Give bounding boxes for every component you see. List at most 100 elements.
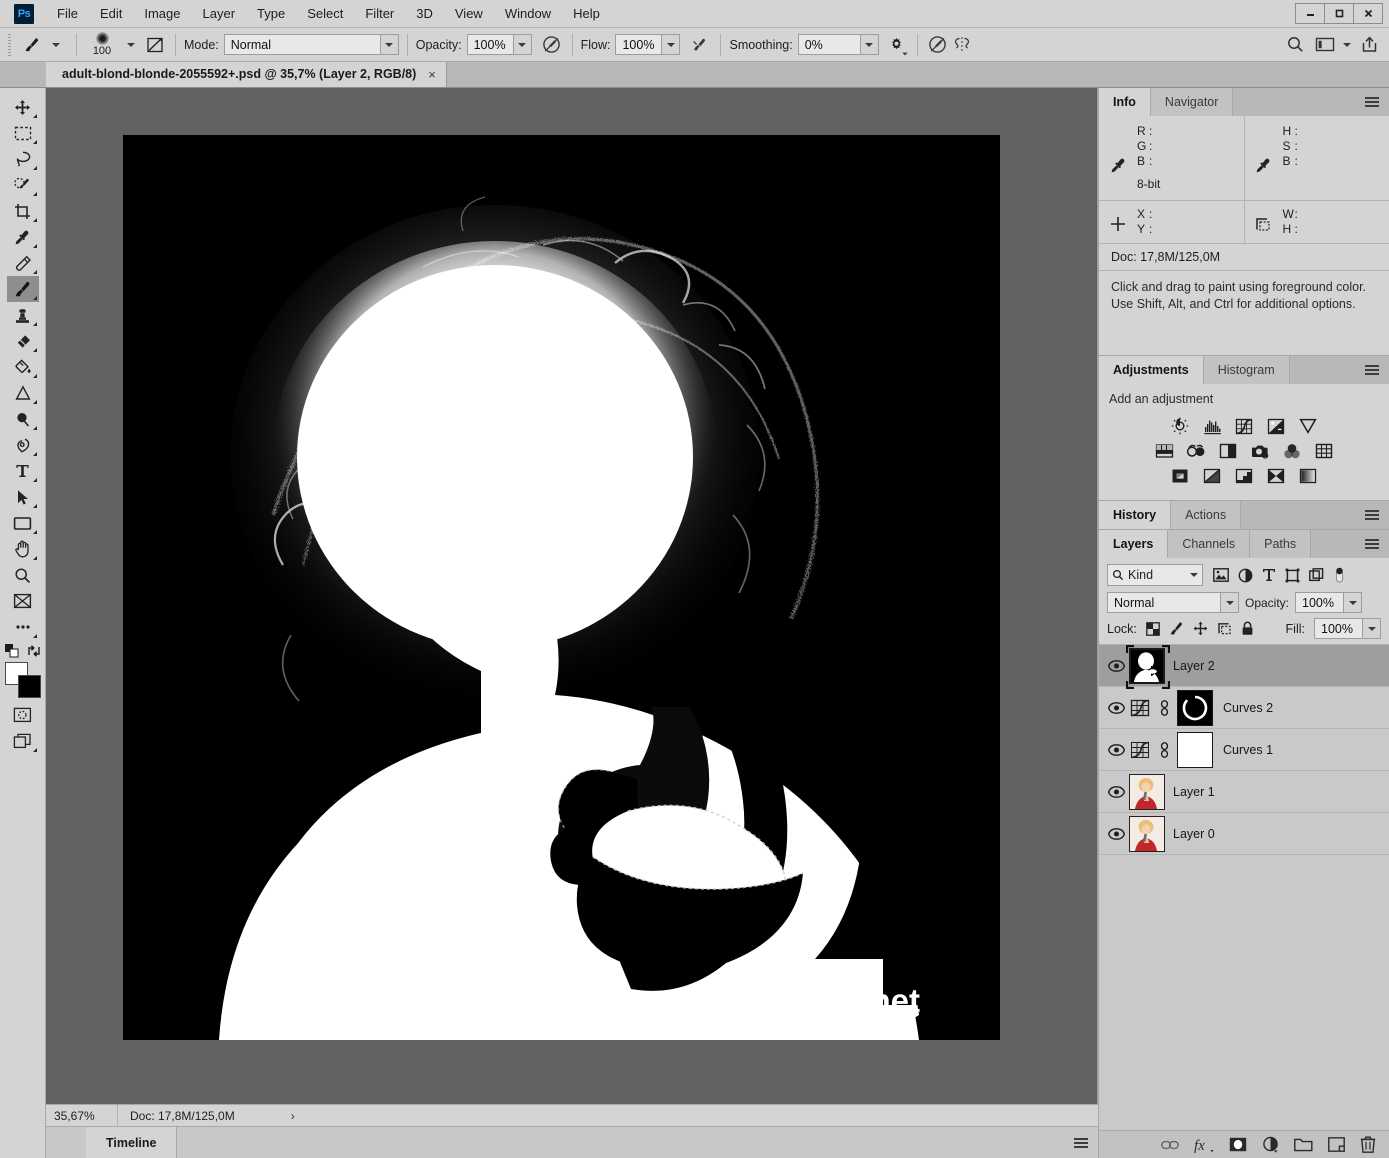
menu-filter[interactable]: Filter xyxy=(354,2,405,25)
layer-opacity-caret-icon[interactable] xyxy=(1343,592,1363,613)
layer-visibility-toggle[interactable] xyxy=(1103,827,1129,840)
menu-select[interactable]: Select xyxy=(296,2,354,25)
vibrance-icon[interactable] xyxy=(1296,415,1320,437)
adjustment-layer-icon[interactable] xyxy=(1129,739,1151,761)
table-row[interactable]: Layer 1 xyxy=(1099,771,1389,813)
adjustment-filter-icon[interactable] xyxy=(1238,568,1253,583)
layer-mask-link-icon[interactable] xyxy=(1157,741,1171,758)
tablet-pressure-size-icon[interactable] xyxy=(926,33,950,57)
new-group-icon[interactable] xyxy=(1294,1137,1313,1152)
opacity-caret-icon[interactable] xyxy=(512,34,532,55)
tab-actions[interactable]: Actions xyxy=(1171,501,1242,529)
adjustments-panel-menu-button[interactable] xyxy=(1355,356,1389,384)
tab-paths[interactable]: Paths xyxy=(1250,530,1312,558)
layer-visibility-toggle[interactable] xyxy=(1103,701,1129,714)
menu-view[interactable]: View xyxy=(444,2,494,25)
brush-panel-toggle-icon[interactable] xyxy=(143,33,167,57)
opacity-value[interactable]: 100% xyxy=(466,34,513,55)
layer-fill-combo[interactable]: 100% xyxy=(1314,618,1381,639)
lock-transparency-icon[interactable] xyxy=(1146,621,1160,636)
more-tools[interactable] xyxy=(7,614,39,640)
tab-info[interactable]: Info xyxy=(1099,88,1151,116)
menu-file[interactable]: File xyxy=(46,2,89,25)
layer-mask-thumbnail[interactable] xyxy=(1177,689,1213,726)
flow-caret-icon[interactable] xyxy=(661,34,681,55)
brush-settings-dropdown[interactable] xyxy=(119,33,143,57)
color-swatches[interactable] xyxy=(4,662,41,698)
blend-mode-caret-icon[interactable] xyxy=(379,34,399,55)
brush-tool[interactable] xyxy=(6,276,39,302)
crop-tool[interactable] xyxy=(7,198,39,224)
type-tool[interactable] xyxy=(7,458,39,484)
channel-mixer-icon[interactable] xyxy=(1280,440,1304,462)
layer-blend-caret-icon[interactable] xyxy=(1220,592,1239,613)
delete-layer-icon[interactable] xyxy=(1360,1136,1376,1153)
document-tab-close-icon[interactable]: × xyxy=(428,67,436,82)
flow-value[interactable]: 100% xyxy=(615,34,662,55)
photo-filter-icon[interactable] xyxy=(1248,440,1272,462)
exposure-icon[interactable] xyxy=(1264,415,1288,437)
status-expand-icon[interactable]: › xyxy=(291,1109,295,1123)
layer-blend-mode-combo[interactable]: Normal xyxy=(1107,592,1239,613)
layer-visibility-toggle[interactable] xyxy=(1103,743,1129,756)
zoom-tool[interactable] xyxy=(7,562,39,588)
workspace-icon[interactable] xyxy=(1313,33,1337,57)
airbrush-icon[interactable] xyxy=(688,33,712,57)
smoothing-options-gear-icon[interactable] xyxy=(885,33,909,57)
layer-name[interactable]: Curves 2 xyxy=(1223,701,1273,715)
menu-type[interactable]: Type xyxy=(246,2,296,25)
default-colors-icon[interactable] xyxy=(4,644,19,658)
canvas-backdrop[interactable]: www.yakymchuk.net xyxy=(46,88,1098,1104)
smoothing-combo[interactable]: 0% xyxy=(797,34,879,55)
add-mask-icon[interactable] xyxy=(1229,1137,1247,1152)
quick-mask-toggle-icon[interactable] xyxy=(7,702,39,728)
blend-mode-combo[interactable]: Normal xyxy=(223,34,399,55)
layer-visibility-toggle[interactable] xyxy=(1103,659,1129,672)
type-filter-icon[interactable] xyxy=(1262,568,1276,582)
tab-navigator[interactable]: Navigator xyxy=(1150,88,1234,116)
layer-name[interactable]: Layer 2 xyxy=(1173,659,1215,673)
layer-fill-caret-icon[interactable] xyxy=(1362,618,1381,639)
layer-name[interactable]: Curves 1 xyxy=(1223,743,1273,757)
lock-position-icon[interactable] xyxy=(1193,621,1208,636)
tab-channels[interactable]: Channels xyxy=(1168,530,1251,558)
pixel-filter-icon[interactable] xyxy=(1213,568,1229,582)
brush-size-preview[interactable]: 100 xyxy=(85,32,119,57)
layer-name[interactable]: Layer 1 xyxy=(1173,785,1215,799)
quick-selection-tool[interactable] xyxy=(7,172,39,198)
tab-timeline[interactable]: Timeline xyxy=(86,1127,178,1158)
symmetry-icon[interactable] xyxy=(950,33,974,57)
smart-object-filter-icon[interactable] xyxy=(1309,568,1324,582)
shape-filter-icon[interactable] xyxy=(1285,568,1300,583)
maximize-button[interactable] xyxy=(1324,3,1354,24)
curves-icon[interactable] xyxy=(1232,415,1256,437)
gradient-map-icon[interactable] xyxy=(1264,465,1288,487)
artboard[interactable]: www.yakymchuk.net xyxy=(123,135,1000,1040)
tab-adjustments[interactable]: Adjustments xyxy=(1099,356,1204,384)
layer-mask-link-icon[interactable] xyxy=(1157,699,1171,716)
tab-histogram[interactable]: Histogram xyxy=(1203,356,1290,384)
layer-name[interactable]: Layer 0 xyxy=(1173,827,1215,841)
minimize-button[interactable] xyxy=(1295,3,1325,24)
invert-icon[interactable] xyxy=(1168,465,1192,487)
options-bar-grip[interactable] xyxy=(6,33,14,56)
new-adjustment-icon[interactable] xyxy=(1262,1136,1279,1153)
close-button[interactable] xyxy=(1353,3,1383,24)
move-tool[interactable] xyxy=(7,94,39,120)
pen-tool[interactable] xyxy=(7,432,39,458)
menu-layer[interactable]: Layer xyxy=(192,2,247,25)
dodge-tool[interactable] xyxy=(7,380,39,406)
swap-colors-icon[interactable] xyxy=(27,644,41,658)
posterize-icon[interactable] xyxy=(1200,465,1224,487)
menu-image[interactable]: Image xyxy=(133,2,191,25)
filter-toggle-icon[interactable] xyxy=(1333,567,1346,583)
chevron-down-icon[interactable] xyxy=(1190,573,1198,577)
smoothing-value[interactable]: 0% xyxy=(797,34,860,55)
layer-thumbnail[interactable] xyxy=(1129,773,1165,810)
blend-mode-value[interactable]: Normal xyxy=(223,34,380,55)
lock-artboard-icon[interactable] xyxy=(1217,621,1232,636)
hue-saturation-icon[interactable] xyxy=(1152,440,1176,462)
lasso-tool[interactable] xyxy=(7,146,39,172)
document-tab[interactable]: adult-blond-blonde-2055592+.psd @ 35,7% … xyxy=(46,61,447,87)
clone-stamp-tool[interactable] xyxy=(7,302,39,328)
